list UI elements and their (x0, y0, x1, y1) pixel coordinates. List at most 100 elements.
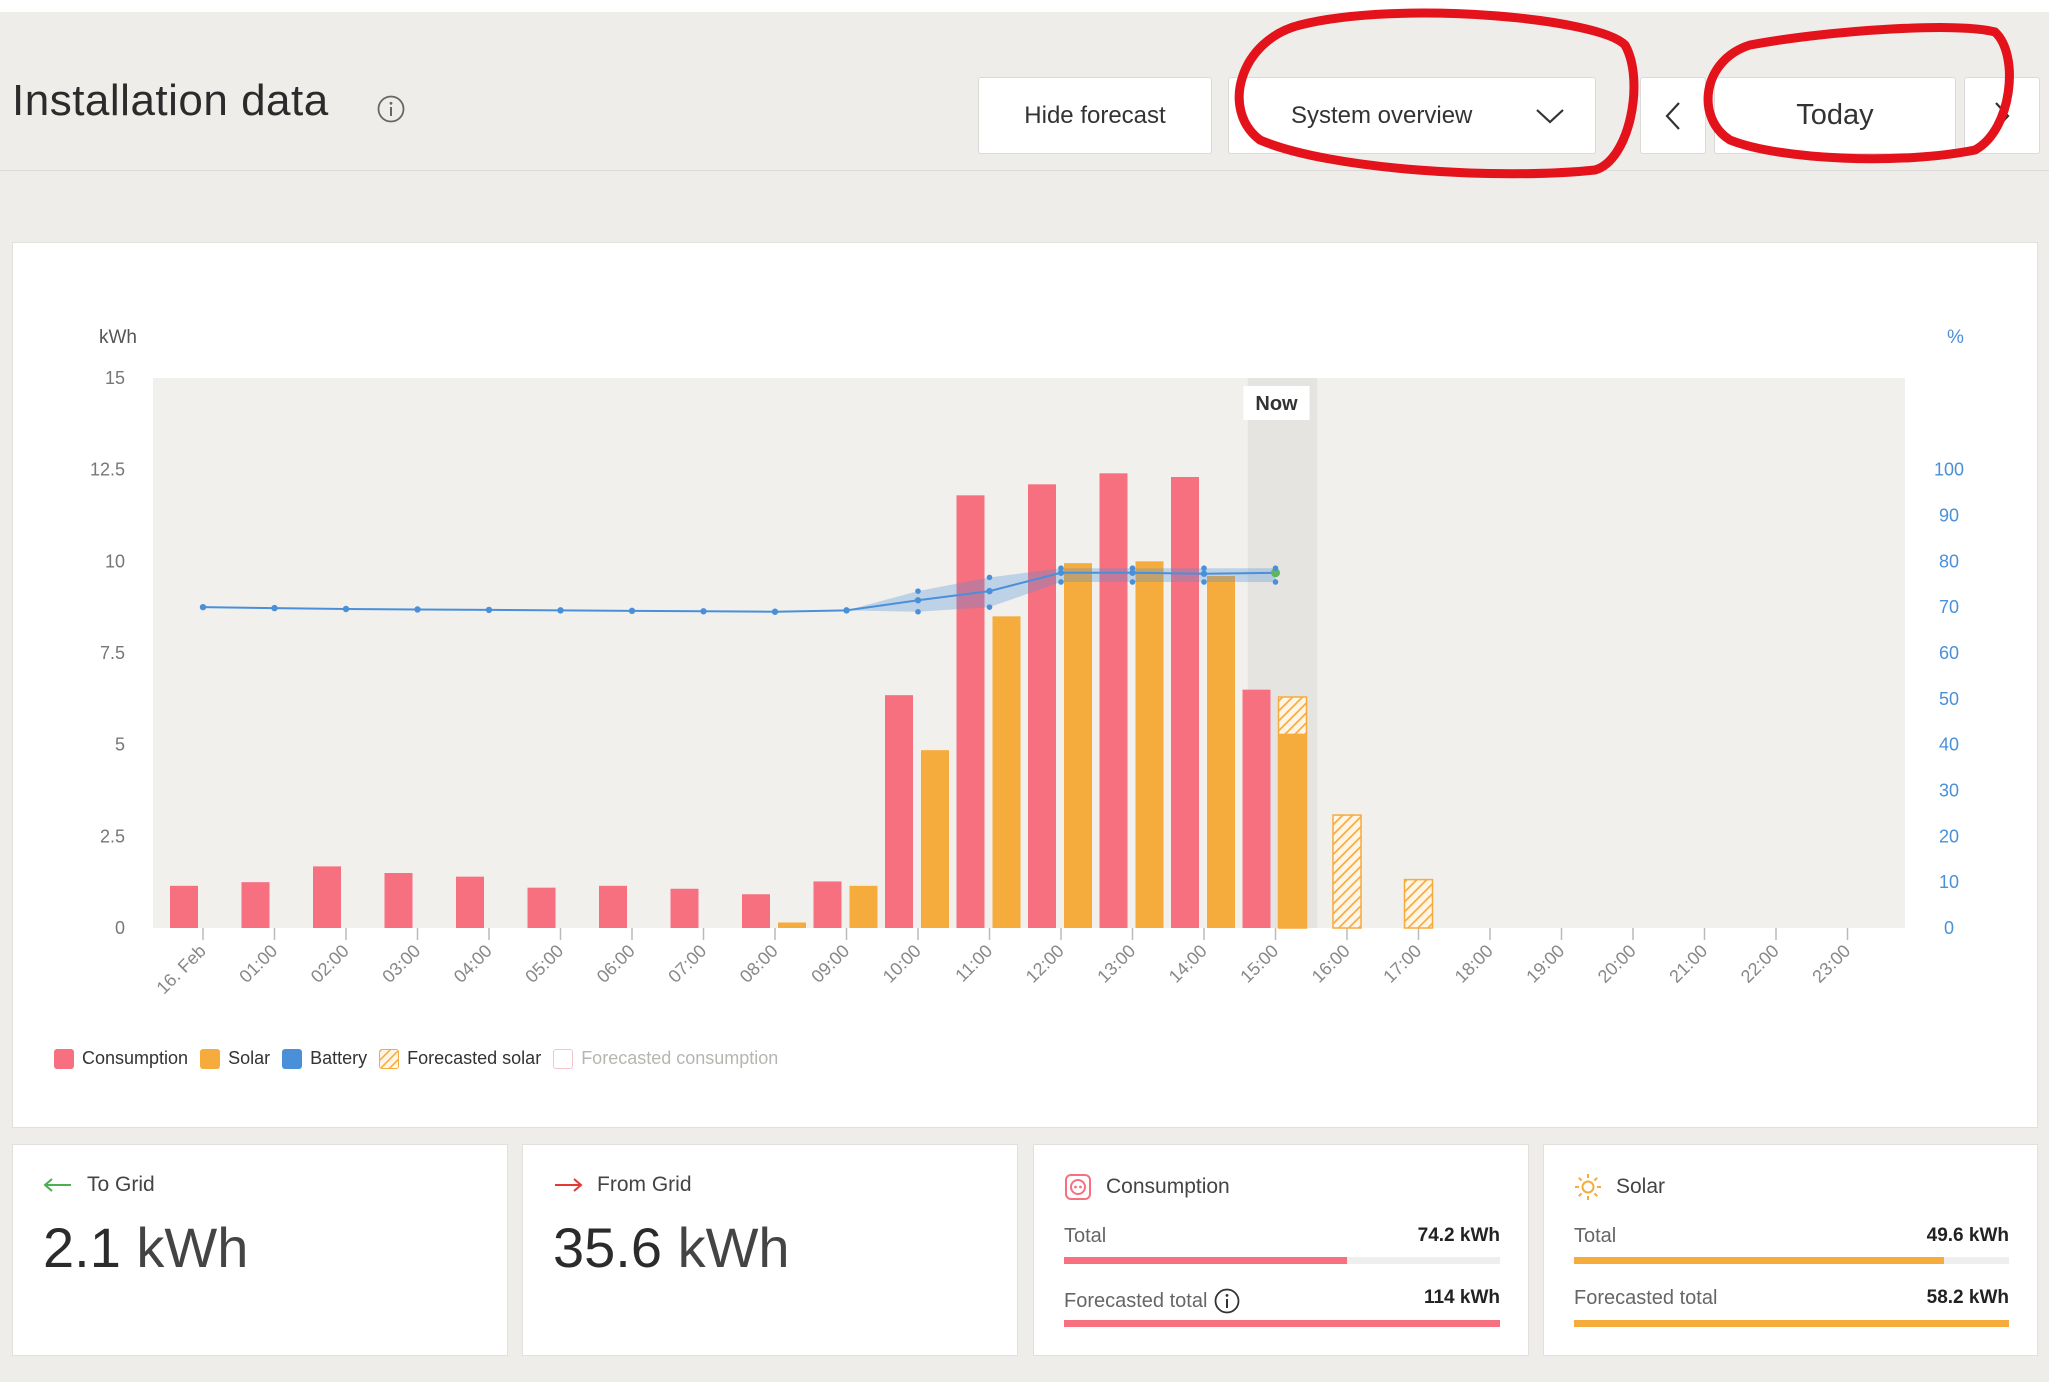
page-header: Installation data Hide forecast System o… (0, 12, 2049, 171)
consumption-card: Consumption Total 74.2 kWh Forecasted to… (1033, 1144, 1529, 1356)
solar-title-row: Solar (1574, 1173, 1665, 1201)
legend-item-battery[interactable]: Battery (282, 1048, 367, 1069)
chart-legend: Consumption Solar Battery Forecasted sol… (54, 1048, 790, 1069)
consumption-swatch (54, 1048, 74, 1069)
consumption-bar (170, 885, 198, 928)
to-grid-title: To Grid (87, 1173, 155, 1196)
consumption-total-value: 74.2 kWh (1417, 1225, 1500, 1246)
solar-total-bar-fill (1574, 1257, 1944, 1264)
consumption-bar (670, 888, 699, 928)
chevron-down-icon (1536, 108, 1564, 123)
x-tick-label: 16. Feb (153, 941, 210, 998)
x-tick-label: 23:00 (1808, 941, 1854, 987)
battery-band-point (1272, 579, 1279, 585)
left-tick-label: 0 (115, 918, 125, 938)
battery-point (986, 587, 993, 595)
battery-point (1200, 570, 1208, 577)
battery-band-point (1058, 579, 1064, 585)
solar-forecast-value: 58.2 kWh (1926, 1287, 2009, 1308)
consumption-forecast-value: 114 kWh (1423, 1287, 1500, 1308)
left-axis-title: kWh (99, 327, 137, 348)
battery-band-point (1129, 579, 1136, 585)
legend-label: Consumption (82, 1048, 189, 1068)
consumption-bar (313, 866, 341, 928)
forecasted-consumption-swatch (553, 1048, 574, 1069)
solar-card: Solar Total 49.6 kWh Forecasted total 58… (1543, 1144, 2038, 1356)
consumption-bar (1028, 484, 1056, 928)
legend-item-forecasted-solar[interactable]: Forecasted solar (379, 1048, 541, 1069)
battery-band-point (1272, 565, 1279, 572)
solar-total-value: 49.6 kWh (1926, 1225, 2009, 1246)
solar-total-row: Total 49.6 kWh (1574, 1225, 2009, 1248)
battery-band-point (915, 608, 921, 615)
previous-day-button[interactable] (1640, 77, 1706, 154)
solar-title: Solar (1616, 1175, 1666, 1198)
x-tick-label: 22:00 (1737, 941, 1783, 987)
legend-label: Solar (228, 1048, 271, 1068)
x-tick-label: 07:00 (664, 941, 710, 987)
consumption-total-bar (1064, 1257, 1500, 1264)
hide-forecast-button[interactable]: Hide forecast (978, 77, 1212, 154)
right-axis-title: % (1947, 327, 1964, 348)
solar-bar (1278, 733, 1307, 928)
x-tick-label: 21:00 (1665, 941, 1711, 987)
left-tick-label: 7.5 (100, 643, 125, 663)
solar-forecast-bar (1574, 1320, 2009, 1327)
left-tick-label: 15 (105, 368, 125, 388)
solar-total-label: Total (1574, 1225, 1617, 1247)
battery-band-point (1058, 565, 1064, 572)
x-tick-label: 20:00 (1594, 941, 1640, 987)
legend-label: Forecasted solar (407, 1048, 542, 1068)
battery-band-point (1129, 565, 1136, 572)
battery-band-point (986, 574, 993, 581)
left-tick-label: 10 (105, 551, 125, 571)
battery-point (199, 603, 207, 611)
consumption-bar (956, 495, 985, 928)
left-tick-label: 5 (115, 735, 125, 755)
legend-item-forecasted-consumption[interactable]: Forecasted consumption (553, 1048, 778, 1069)
x-tick-label: 01:00 (235, 941, 281, 987)
from-grid-title: From Grid (597, 1173, 692, 1196)
x-tick-label: 14:00 (1165, 941, 1211, 987)
x-tick-label: 05:00 (521, 941, 567, 987)
legend-item-solar[interactable]: Solar (200, 1048, 270, 1069)
battery-point (628, 607, 636, 615)
solar-bar (1135, 561, 1164, 928)
consumption-total-label: Total (1064, 1225, 1107, 1247)
consumption-bar (1171, 477, 1199, 928)
next-day-button[interactable] (1964, 77, 2040, 154)
consumption-bar (384, 873, 413, 928)
info-icon[interactable] (376, 94, 406, 124)
view-select-dropdown[interactable]: System overview (1228, 77, 1596, 154)
right-tick-label: 50 (1939, 689, 1959, 709)
right-tick-label: 90 (1939, 506, 1959, 526)
chevron-right-icon (1995, 101, 2010, 130)
consumption-forecast-label: Forecasted total (1064, 1289, 1208, 1312)
sun-icon (1574, 1173, 1602, 1201)
x-tick-label: 04:00 (450, 941, 496, 987)
battery-point (914, 597, 922, 604)
solar-total-bar (1574, 1257, 2009, 1264)
arrow-right-icon (553, 1177, 583, 1193)
consumption-bar (241, 882, 270, 928)
right-tick-label: 70 (1939, 597, 1959, 617)
battery-point (485, 606, 493, 614)
solar-bar (1207, 576, 1235, 928)
chart-card: Now kWh% 0 2.5 5 7.5 10 12.5 15 0 10 20 30 40 50 60 70 80… (12, 242, 2038, 1128)
right-tick-label: 100 (1934, 460, 1964, 480)
consumption-bar (527, 887, 556, 928)
info-icon[interactable] (1213, 1287, 1241, 1315)
view-select-value: System overview (1291, 101, 1473, 129)
socket-icon (1064, 1173, 1092, 1201)
energy-chart[interactable]: Now kWh % 0 2.5 5 7.5 10 12.5 15 0 10 20 30 40 50 60 70 80… (13, 243, 2039, 1129)
from-grid-value-row: 35.6 kWh (553, 1215, 790, 1280)
consumption-bar (1099, 473, 1128, 928)
to-grid-value-row: 2.1 kWh (43, 1215, 248, 1280)
consumption-forecast-row: Forecasted total 114 kWh (1064, 1287, 1500, 1315)
today-button[interactable]: Today (1714, 77, 1956, 154)
consumption-bar (599, 885, 627, 928)
consumption-title: Consumption (1106, 1175, 1230, 1198)
x-tick-label: 06:00 (593, 941, 639, 987)
arrow-left-icon (43, 1177, 73, 1193)
legend-item-consumption[interactable]: Consumption (54, 1048, 188, 1069)
